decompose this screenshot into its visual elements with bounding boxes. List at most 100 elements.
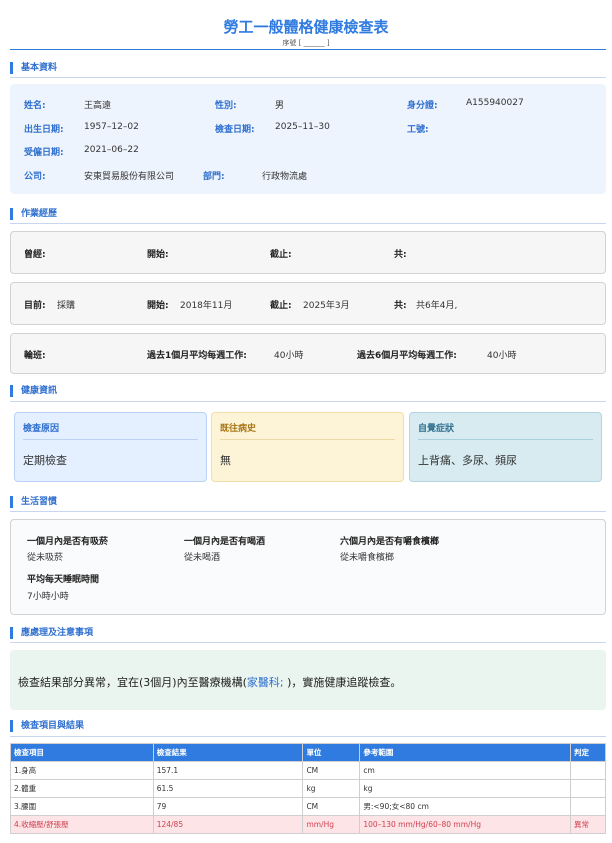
cell-item: 4.收縮壓/舒張壓 [10, 815, 154, 834]
current-start-value: 2018年11月 [180, 301, 233, 311]
header-reference: 參考範圍 [359, 743, 571, 762]
cell-item: 3.腰圍 [10, 797, 154, 816]
id-value: A155940027 [466, 98, 524, 108]
section-divider-basic [10, 77, 606, 78]
employee-no-label: 工號: [407, 125, 429, 135]
symptoms-card: 自覺症狀 上背痛、多尿、頻尿 [409, 412, 602, 482]
sleep-answer: 7小時小時 [27, 592, 69, 602]
header-item: 檢查項目 [10, 743, 154, 762]
cell-unit: mm/Hg [302, 815, 361, 834]
section-divider-habits [10, 511, 606, 512]
gender-label: 性別: [215, 101, 237, 111]
symptoms-label: 自覺症狀 [418, 424, 455, 434]
avg-1month-label: 過去1個月平均每週工作: [147, 351, 247, 361]
section-divider-work [10, 223, 606, 224]
cell-reference: cm [359, 761, 571, 780]
cell-item: 2.體重 [10, 779, 154, 798]
form-title: 勞工一般體格健康檢查表 [223, 18, 389, 36]
current-total-label: 共: [394, 301, 407, 311]
table-row: 3.腰圍 79 CM 男:<90;女<80 cm [10, 797, 606, 816]
cell-result: 79 [152, 797, 304, 816]
section-heading-advice: 應處理及注意事項 [10, 627, 606, 639]
cell-judgement [570, 761, 606, 780]
company-label: 公司: [24, 172, 46, 182]
current-start-label: 開始: [147, 301, 169, 311]
cell-result: 124/85 [152, 815, 304, 834]
basic-info-panel: 姓名: 王高遠 性別: 男 身分證: A155940027 出生日期: 1957… [10, 84, 606, 194]
betel-question: 六個月內是否有嚼食檳榔 [340, 537, 440, 547]
avg-1month-value: 40小時 [274, 351, 304, 361]
cell-reference: 男:<90;女<80 cm [359, 797, 571, 816]
exam-reason-divider [23, 439, 198, 440]
dob-value: 1957–12–02 [84, 122, 139, 132]
current-end-label: 截止: [270, 301, 292, 311]
table-row: 2.體重 61.5 kg kg [10, 779, 606, 798]
past-end-label: 截止: [270, 250, 292, 260]
section-heading-health: 健康資訊 [10, 385, 606, 397]
cell-result: 61.5 [152, 779, 304, 798]
exam-reason-label: 檢查原因 [23, 424, 60, 434]
exam-date-value: 2025–11–30 [275, 122, 330, 132]
cell-judgement [570, 797, 606, 816]
advice-text: 檢查結果部分異常，宜在(3個月)內至醫療機構(家醫科; )，實施健康追蹤檢查。 [18, 674, 401, 690]
smoking-answer: 從未吸菸 [27, 553, 64, 563]
dob-label: 出生日期: [24, 125, 64, 135]
section-heading-results: 檢查項目與結果 [10, 720, 606, 732]
section-heading-habits: 生活習慣 [10, 496, 606, 508]
drinking-question: 一個月內是否有喝酒 [184, 537, 266, 547]
past-total-label: 共: [394, 250, 407, 260]
dept-label: 部門: [203, 172, 225, 182]
section-divider-advice [10, 642, 606, 643]
cell-judgement: 異常 [570, 815, 606, 834]
work-history-current: 目前: 採購 開始: 2018年11月 截止: 2025年3月 共: 共6年4月… [10, 282, 606, 325]
header-unit: 單位 [302, 743, 361, 762]
symptoms-value: 上背痛、多尿、頻尿 [418, 454, 517, 467]
medical-history-card: 既往病史 無 [211, 412, 404, 482]
drinking-answer: 從未喝酒 [184, 553, 221, 563]
past-start-label: 開始: [147, 250, 169, 260]
cell-item: 1.身高 [10, 761, 154, 780]
advice-department: 家醫科; [246, 676, 284, 689]
shift-label: 輪班: [24, 351, 46, 361]
section-divider-results [10, 736, 606, 737]
medical-history-value: 無 [220, 454, 231, 467]
section-heading-basic: 基本資料 [10, 62, 606, 74]
smoking-question: 一個月內是否有吸菸 [27, 537, 109, 547]
exam-reason-value: 定期檢查 [23, 454, 67, 467]
cell-reference: 100–130 mm/Hg/60–80 mm/Hg [359, 815, 571, 834]
medical-history-label: 既往病史 [220, 424, 257, 434]
hire-date-value: 2021–06–22 [84, 145, 139, 155]
advice-panel: 檢查結果部分異常，宜在(3個月)內至醫療機構(家醫科; )，實施健康追蹤檢查。 [10, 650, 606, 710]
title-divider [10, 49, 606, 50]
gender-value: 男 [275, 101, 285, 111]
name-value: 王高遠 [84, 101, 112, 111]
current-end-value: 2025年3月 [303, 301, 350, 311]
avg-6month-label: 過去6個月平均每週工作: [357, 351, 457, 361]
company-value: 安東貿易股份有限公司 [84, 172, 175, 182]
avg-6month-value: 40小時 [487, 351, 517, 361]
cell-unit: kg [302, 779, 361, 798]
cell-unit: CM [302, 797, 361, 816]
current-total-value: 共6年4月, [416, 301, 458, 311]
hire-date-label: 受僱日期: [24, 148, 64, 158]
dept-value: 行政物流處 [262, 172, 308, 182]
lifestyle-panel: 一個月內是否有吸菸 從未吸菸 一個月內是否有喝酒 從未喝酒 六個月內是否有嚼食檳… [10, 519, 606, 615]
id-label: 身分證: [407, 101, 438, 111]
betel-answer: 從未嚼食檳榔 [340, 553, 395, 563]
symptoms-divider [418, 439, 593, 440]
section-heading-work: 作業經歷 [10, 208, 606, 220]
advice-text-before: 檢查結果部分異常，宜在(3個月)內至醫療機構( [18, 676, 247, 689]
cell-result: 157.1 [152, 761, 304, 780]
work-shift-box: 輪班: 過去1個月平均每週工作: 40小時 過去6個月平均每週工作: 40小時 [10, 333, 606, 374]
work-history-past: 曾經: 開始: 截止: 共: [10, 231, 606, 274]
cell-judgement [570, 779, 606, 798]
results-table: 檢查項目 檢查結果 單位 參考範圍 判定 1.身高 157.1 CM cm 2.… [10, 743, 606, 834]
past-label: 曾經: [24, 250, 46, 260]
exam-reason-card: 檢查原因 定期檢查 [14, 412, 207, 482]
cell-unit: CM [302, 761, 361, 780]
current-value: 採購 [57, 301, 76, 311]
current-label: 目前: [24, 301, 46, 311]
header-judgement: 判定 [570, 743, 606, 762]
name-label: 姓名: [24, 101, 46, 111]
table-row: 1.身高 157.1 CM cm [10, 761, 606, 780]
